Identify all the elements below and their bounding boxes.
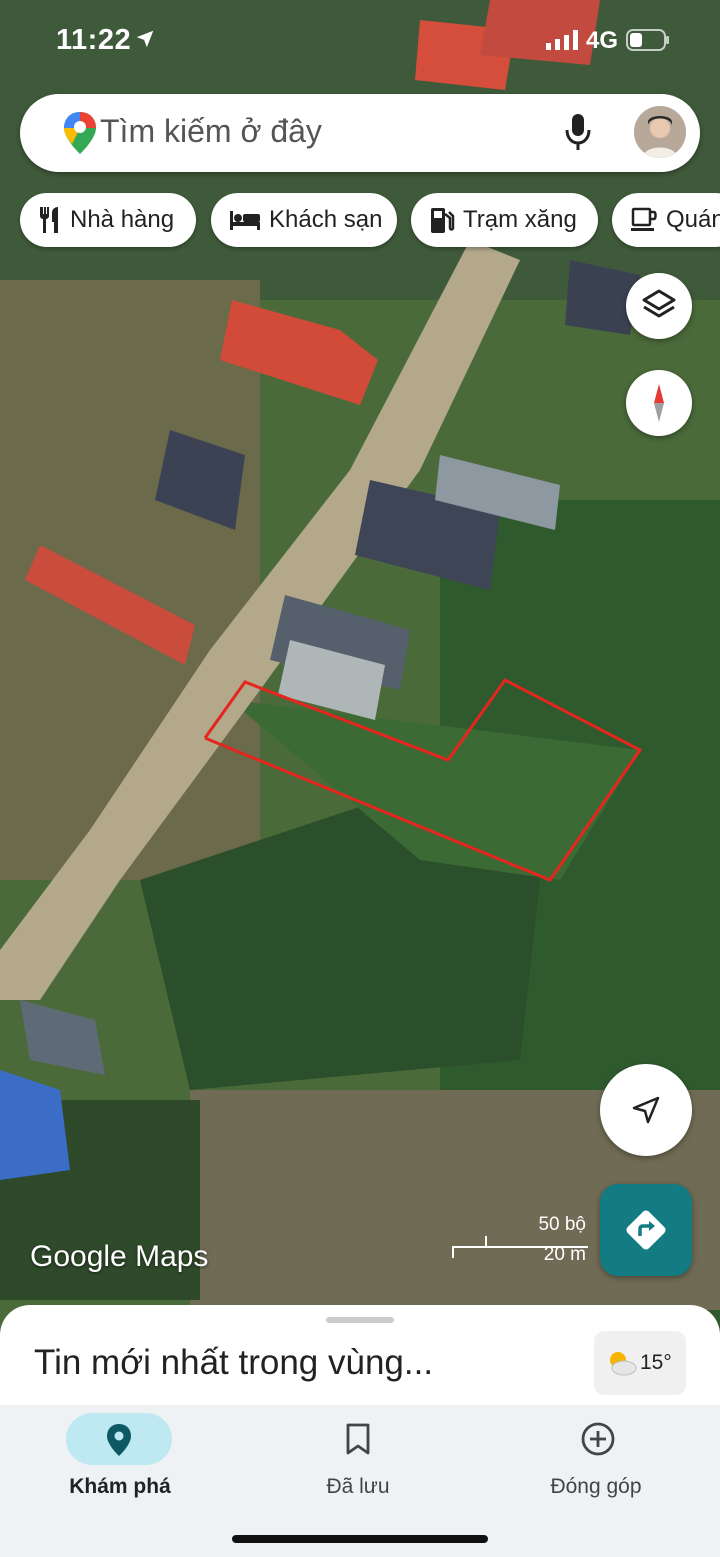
layers-button[interactable]: [626, 273, 692, 339]
map-scale: 50 bộ 20 m: [452, 1214, 588, 1268]
bottom-sheet[interactable]: Tin mới nhất trong vùng... 15°: [0, 1305, 720, 1415]
gas-station-icon: [431, 208, 455, 233]
google-maps-attribution: Google Maps: [30, 1240, 209, 1273]
bottom-navigation: Khám phá Đã lưu Đóng góp: [0, 1405, 720, 1557]
restaurant-icon: [40, 207, 58, 233]
hotel-icon: [230, 211, 260, 230]
chip-label: Trạm xăng: [463, 206, 577, 233]
google-maps-pin-icon: [64, 112, 96, 154]
scale-metric: 20 m: [543, 1244, 586, 1265]
directions-button[interactable]: [600, 1184, 692, 1276]
search-input[interactable]: Tìm kiếm ở đây: [100, 113, 322, 150]
status-time: 11:22: [56, 24, 132, 56]
mic-icon[interactable]: [564, 112, 592, 152]
tab-label: Đóng góp: [550, 1475, 642, 1498]
search-bar[interactable]: Tìm kiếm ở đây: [20, 94, 700, 172]
status-bar: 11:22 4G: [0, 0, 720, 80]
chip-gas-stations[interactable]: Trạm xăng: [411, 193, 598, 247]
weather-badge[interactable]: 15°: [594, 1331, 686, 1395]
chip-label: Nhà hàng: [70, 206, 175, 233]
avatar[interactable]: [634, 106, 686, 158]
signal-icon: [546, 30, 578, 50]
tab-contribute[interactable]: Đóng góp: [476, 1405, 716, 1525]
network-type: 4G: [586, 27, 619, 54]
bookmark-icon: [346, 1423, 370, 1455]
my-location-button[interactable]: [600, 1064, 692, 1156]
compass-button[interactable]: [626, 370, 692, 436]
weather-temp: 15°: [640, 1351, 672, 1374]
tab-explore[interactable]: Khám phá: [0, 1405, 240, 1525]
tab-label: Đã lưu: [326, 1475, 390, 1498]
location-arrow-icon: [136, 30, 154, 48]
partly-cloudy-icon: [610, 1352, 637, 1376]
layers-icon: [642, 289, 676, 318]
sheet-title: Tin mới nhất trong vùng...: [34, 1343, 434, 1382]
battery-icon: [626, 29, 669, 51]
chip-cafes[interactable]: Quán: [612, 193, 720, 247]
chip-label: Quán: [666, 206, 720, 233]
navigation-arrow-icon: [632, 1096, 660, 1124]
sheet-drag-handle[interactable]: [326, 1317, 394, 1323]
chip-label: Khách sạn: [269, 206, 383, 233]
directions-icon: [626, 1210, 666, 1250]
add-circle-icon: [581, 1422, 615, 1456]
compass-icon: [654, 384, 664, 422]
home-indicator[interactable]: [232, 1535, 488, 1543]
scale-imperial: 50 bộ: [538, 1214, 586, 1235]
coffee-icon: [631, 207, 657, 231]
explore-pin-icon: [107, 1424, 131, 1456]
tab-label: Khám phá: [69, 1475, 171, 1498]
chip-restaurants[interactable]: Nhà hàng: [20, 193, 196, 247]
chip-hotels[interactable]: Khách sạn: [211, 193, 397, 247]
tab-saved[interactable]: Đã lưu: [238, 1405, 478, 1525]
